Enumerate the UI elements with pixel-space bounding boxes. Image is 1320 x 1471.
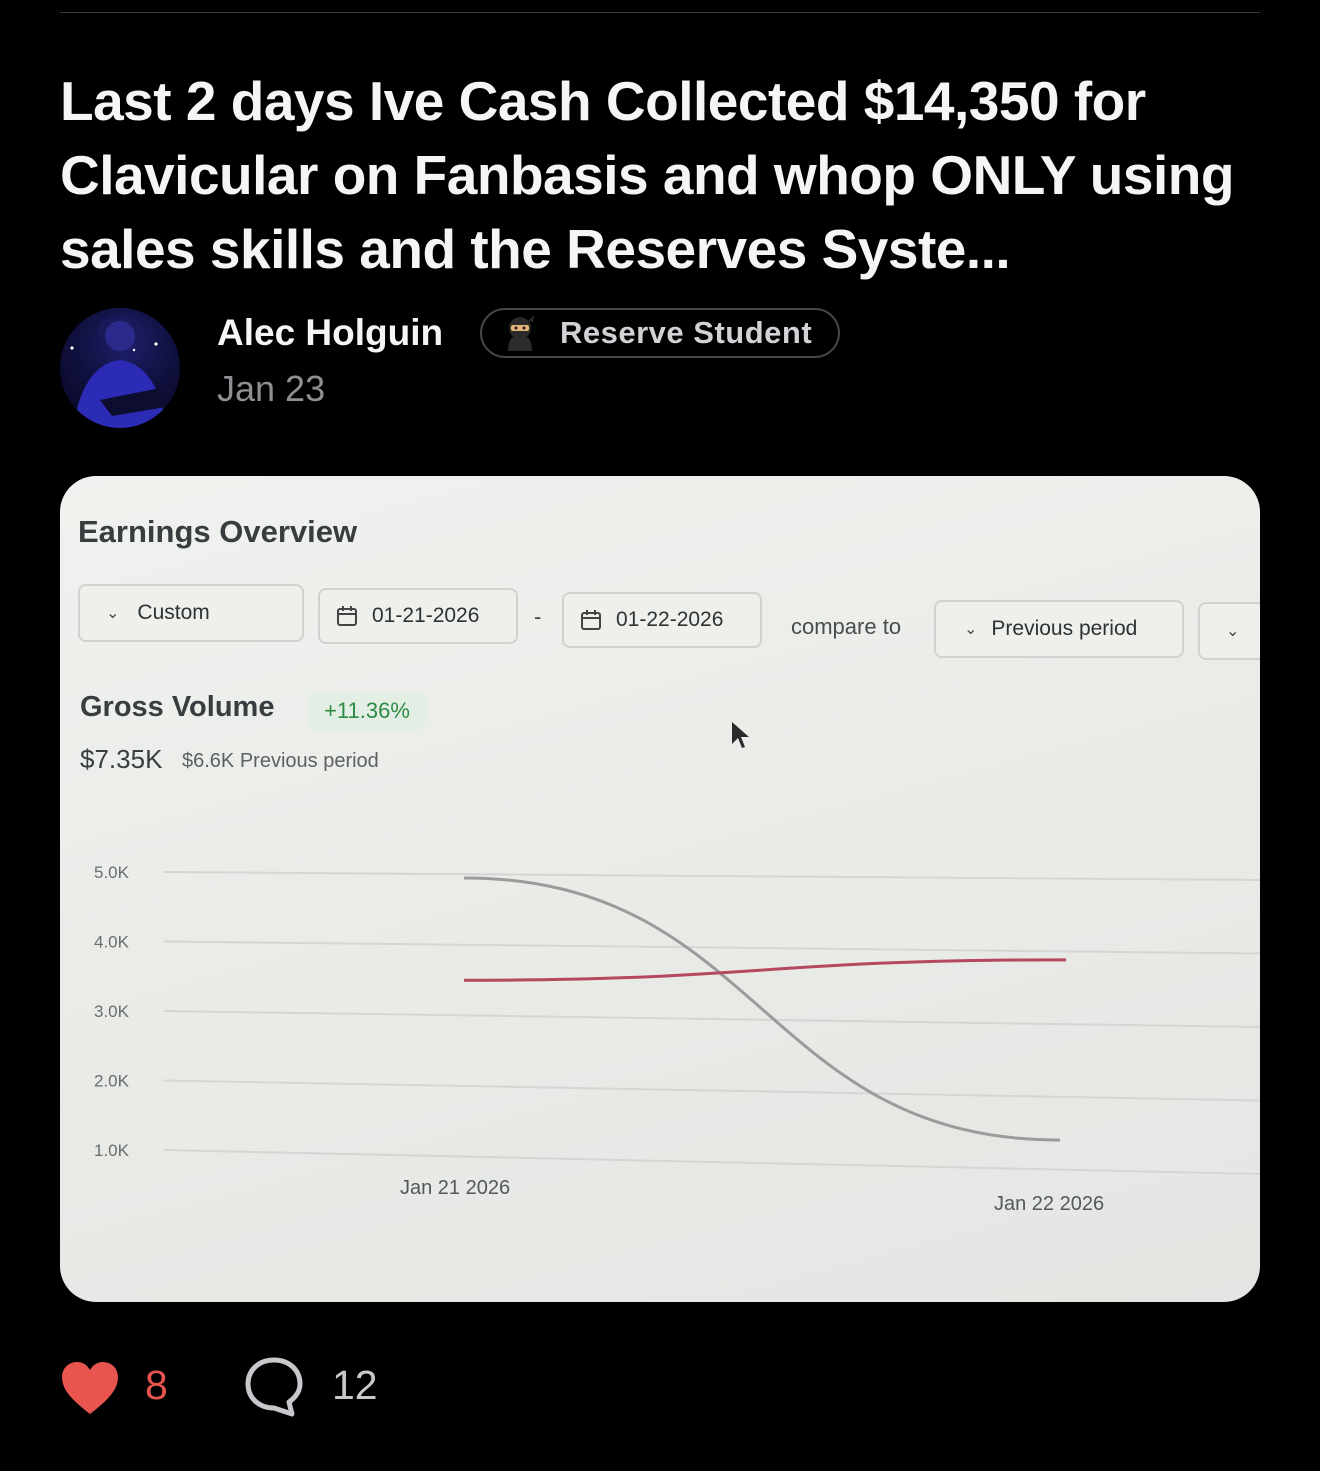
y-tick-label: 3.0K bbox=[94, 1002, 130, 1021]
post-title[interactable]: Last 2 days Ive Cash Collected $14,350 f… bbox=[60, 64, 1270, 286]
x-tick-label: Jan 21 2026 bbox=[400, 1177, 510, 1199]
earnings-screenshot[interactable]: Earnings Overview ⌄ Custom 01-21-2026 - … bbox=[60, 476, 1260, 1302]
x-tick-label: Jan 22 2026 bbox=[994, 1193, 1104, 1215]
gridline bbox=[163, 940, 1260, 955]
y-tick-label: 5.0K bbox=[94, 863, 130, 882]
y-tick-label: 1.0K bbox=[94, 1141, 130, 1160]
like-count[interactable]: 8 bbox=[145, 1362, 168, 1409]
y-tick-label: 4.0K bbox=[94, 933, 130, 952]
ninja-emoji-icon bbox=[508, 315, 534, 351]
series-line bbox=[463, 958, 1067, 982]
y-tick-label: 2.0K bbox=[94, 1072, 130, 1091]
gross-volume-chart: 5.0K 4.0K 3.0K 2.0K 1.0K Jan 21 2026 Jan 22 20… bbox=[94, 863, 1260, 1215]
top-divider bbox=[60, 12, 1260, 13]
series-line bbox=[463, 876, 1061, 1142]
post-date: Jan 23 bbox=[217, 368, 326, 409]
gridline bbox=[163, 1010, 1260, 1028]
heart-icon[interactable] bbox=[60, 1360, 120, 1416]
gridline bbox=[163, 1079, 1260, 1102]
author-name[interactable]: Alec Holguin bbox=[217, 312, 443, 354]
gridline bbox=[163, 871, 1260, 881]
role-badge: Reserve Student bbox=[480, 308, 840, 358]
gridline bbox=[163, 1149, 1260, 1175]
post-actions: 8 12 bbox=[60, 1356, 460, 1420]
comment-count[interactable]: 12 bbox=[332, 1362, 378, 1409]
role-badge-label: Reserve Student bbox=[560, 315, 813, 350]
comment-bubble-icon[interactable] bbox=[244, 1356, 304, 1418]
author-avatar[interactable] bbox=[60, 308, 180, 428]
